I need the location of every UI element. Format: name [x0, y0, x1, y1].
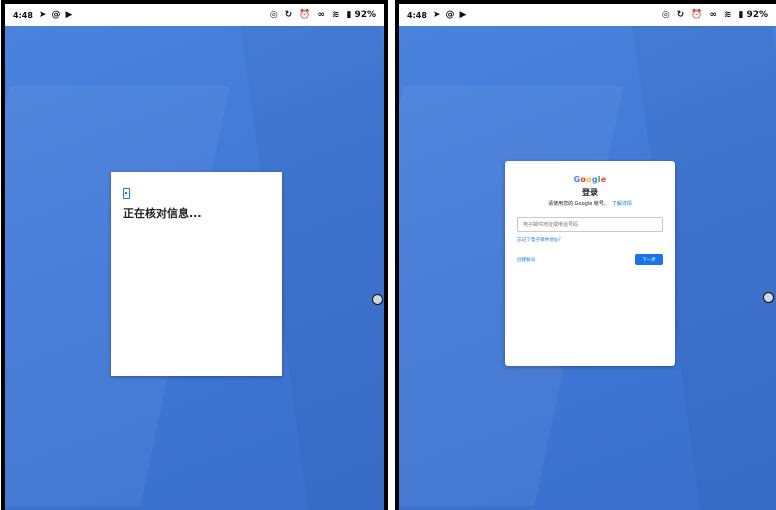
verifying-text: 正在核对信息...: [123, 207, 202, 220]
wifi-icon: ≋: [331, 10, 340, 20]
status-bar: 4:48 ➤ @ ▶ ◎ ↻ ⏰ ∞ ≋ ▮ 92%: [5, 4, 384, 26]
status-time: 4:48: [13, 10, 33, 20]
google-logo: Google: [573, 175, 607, 184]
battery-icon: ▮: [738, 10, 744, 20]
signin-subtitle: 请使用您的 Google 帐号。 了解详情: [505, 200, 675, 207]
email-input[interactable]: [517, 217, 663, 232]
play-icon: ▶: [65, 10, 73, 20]
wifi-icon: ≋: [723, 10, 732, 20]
alarm-icon: ⏰: [691, 10, 703, 20]
link-icon: ∞: [317, 10, 325, 20]
right-device-frame: 4:48 ➤ @ ▶ ◎ ↻ ⏰ ∞ ≋ ▮ 92% Google 登录 请使用…: [395, 0, 776, 510]
left-screen: 正在核对信息...: [5, 26, 384, 510]
left-device-frame: 4:48 ➤ @ ▶ ◎ ↻ ⏰ ∞ ≋ ▮ 92% 正在核对信息...: [1, 0, 388, 510]
right-screen: Google 登录 请使用您的 Google 帐号。了解详情 忘记了电子邮件地址…: [399, 26, 776, 510]
sync-icon: ↻: [284, 10, 293, 20]
learn-more-link[interactable]: 了解详情: [612, 201, 632, 207]
next-button[interactable]: 下一步: [635, 254, 663, 265]
battery-icon: ▮: [346, 10, 352, 20]
status-bar: 4:48 ➤ @ ▶ ◎ ↻ ⏰ ∞ ≋ ▮ 92%: [399, 4, 776, 26]
side-handle[interactable]: [372, 294, 383, 305]
send-icon: ➤: [38, 10, 47, 20]
at-icon: @: [51, 10, 61, 20]
signin-title: 登录: [582, 188, 598, 197]
link-icon: ∞: [709, 10, 717, 20]
create-account-link[interactable]: 创建帐号: [517, 257, 535, 263]
battery-percent: 92%: [746, 10, 768, 20]
signin-subtitle-text: 请使用您的 Google 帐号。: [548, 201, 609, 207]
at-icon: @: [445, 10, 455, 20]
phone-icon: [123, 188, 130, 199]
alarm-icon: ⏰: [299, 10, 311, 20]
send-icon: ➤: [432, 10, 441, 20]
battery-percent: 92%: [354, 10, 376, 20]
status-time: 4:48: [407, 10, 427, 20]
bulb-icon: ◎: [661, 10, 670, 20]
verifying-card: 正在核对信息...: [111, 172, 282, 376]
sync-icon: ↻: [676, 10, 685, 20]
forgot-email-link[interactable]: 忘记了电子邮件地址?: [517, 237, 561, 243]
play-icon: ▶: [459, 10, 467, 20]
bulb-icon: ◎: [269, 10, 278, 20]
side-handle[interactable]: [763, 292, 774, 303]
signin-card: Google 登录 请使用您的 Google 帐号。了解详情 忘记了电子邮件地址…: [505, 161, 675, 366]
